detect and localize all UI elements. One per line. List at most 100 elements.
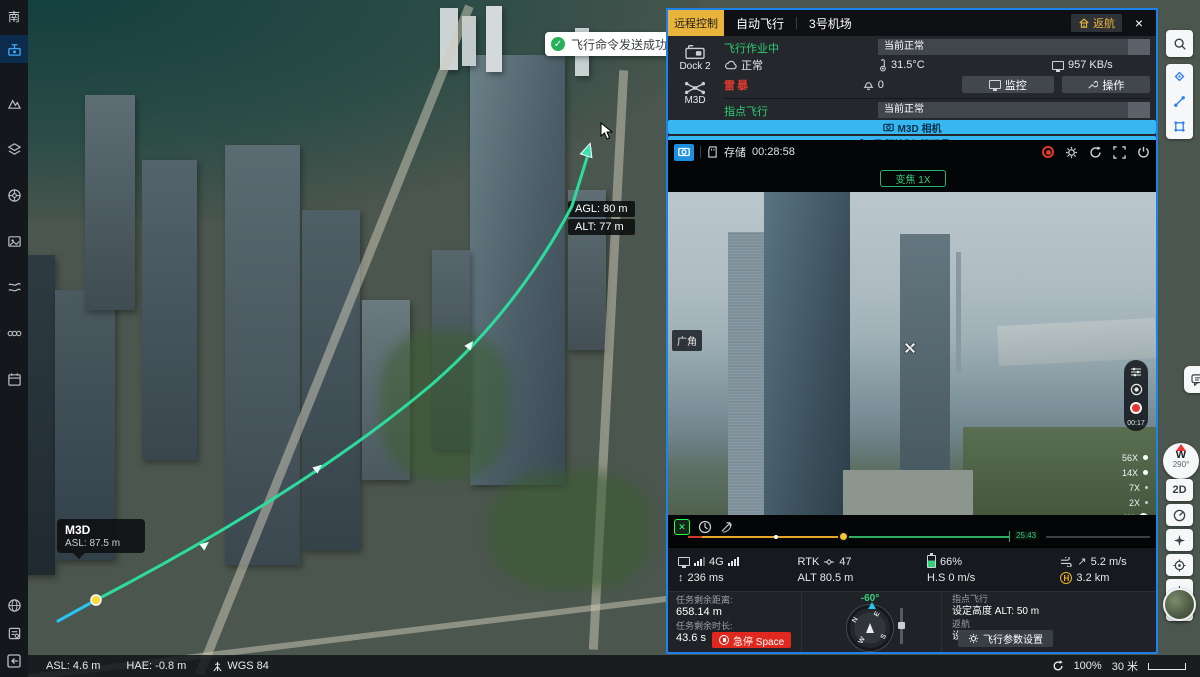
- sidebar-item-schedule[interactable]: [0, 365, 28, 393]
- gimbal-compass-icon[interactable]: [698, 520, 712, 534]
- zoom-mode-button[interactable]: 变焦 1X: [880, 170, 946, 187]
- drone-device-icon: [684, 81, 706, 95]
- camera-quick-pill: 00:17: [1124, 360, 1148, 431]
- sidebar-item-layers[interactable]: [0, 135, 28, 163]
- image-icon: [7, 234, 22, 249]
- sidebar-item-routes[interactable]: [0, 273, 28, 301]
- datum-antenna-icon: [212, 661, 223, 672]
- statusbar-battery: 100%: [1074, 660, 1102, 672]
- sidebar-bottom-group: [0, 591, 28, 677]
- sidebar-item-survey[interactable]: [0, 319, 28, 347]
- map-scale-bar: [1148, 663, 1186, 670]
- locate-icon: [1173, 559, 1186, 572]
- emergency-stop-button[interactable]: 急停 Space: [712, 632, 791, 648]
- close-panel-button[interactable]: ×: [1126, 15, 1152, 31]
- draw-polygon-tool[interactable]: [1167, 114, 1193, 139]
- refresh-icon[interactable]: [1089, 146, 1102, 159]
- feed-building: [900, 234, 950, 502]
- tab-auto-flight[interactable]: 自动飞行: [736, 15, 784, 32]
- gimbal-track-yellow[interactable]: [702, 536, 843, 538]
- sidebar-item-dock[interactable]: [0, 35, 28, 63]
- hspeed-value: H.S 0 m/s: [927, 572, 975, 584]
- map-compass[interactable]: W 290°: [1163, 443, 1199, 479]
- rtk-count: 47: [839, 556, 851, 568]
- gimbal-handle[interactable]: [838, 531, 849, 542]
- emergency-stop-label: 急停 Space: [733, 633, 784, 648]
- power-icon[interactable]: [1137, 146, 1150, 159]
- m3d-camera-button[interactable]: M3D 相机: [668, 120, 1156, 134]
- attitude-compass[interactable]: N E S W: [847, 605, 893, 651]
- home-distance: 3.2 km: [1076, 572, 1109, 584]
- globe-icon: [7, 598, 22, 613]
- draw-line-tool[interactable]: [1167, 89, 1193, 114]
- drone-device-name[interactable]: M3D: [668, 95, 722, 106]
- zoom-level-2x[interactable]: 2X: [1129, 498, 1140, 508]
- zoom-scale[interactable]: 56X 14X 7X 2X 1X: [1112, 450, 1148, 515]
- m3d-health-chip[interactable]: 当前正常: [878, 102, 1150, 118]
- signal-bars-icon: [694, 557, 705, 566]
- sidebar-item-collapse[interactable]: [0, 647, 28, 675]
- wrench-icon: [1087, 79, 1098, 90]
- record-indicator-icon[interactable]: [1042, 146, 1054, 158]
- operate-label: 操作: [1102, 77, 1124, 93]
- zoom-tick: [1145, 501, 1148, 504]
- adjust-sliders-icon[interactable]: [1130, 367, 1142, 377]
- camera-video-feed[interactable]: 广角 00:17 56X 14X 7X 2X 1X: [668, 192, 1156, 515]
- refresh-icon[interactable]: [1052, 660, 1064, 672]
- sidebar-item-media[interactable]: [0, 227, 28, 255]
- zoom-level-7x[interactable]: 7X: [1129, 483, 1140, 493]
- airport-name: 3号机场: [809, 15, 852, 32]
- latency-arrows-icon: ↕: [678, 572, 684, 584]
- zoom-level-56x[interactable]: 56X: [1122, 453, 1138, 463]
- minimap-thumbnail[interactable]: [1163, 588, 1196, 621]
- gimbal-pitch-icon[interactable]: [720, 521, 733, 534]
- messages-button[interactable]: [1184, 366, 1200, 393]
- map-aircraft-button[interactable]: [1166, 529, 1193, 551]
- lens-label[interactable]: 广角: [672, 330, 702, 351]
- draw-point-tool[interactable]: [1167, 64, 1193, 89]
- zoom-tick: [1143, 470, 1148, 475]
- flight-params-button[interactable]: 飞行参数设置: [958, 630, 1053, 647]
- file-gear-icon: [7, 626, 22, 641]
- latency-value: 236 ms: [688, 572, 724, 584]
- sidebar-item-terrain[interactable]: [0, 89, 28, 117]
- flight-control-panel: 远程控制 自动飞行 3号机场 返航 × Dock 2 M3D 飞行作业中 当前正…: [666, 8, 1158, 654]
- m3d-status-row: 指点飞行 当前正常: [724, 102, 1150, 120]
- gimbal-value: 25:43: [1014, 531, 1038, 540]
- return-home-label: 返航: [1093, 15, 1115, 31]
- map-locate-button[interactable]: [1166, 554, 1193, 576]
- map-search-button[interactable]: [1166, 30, 1193, 57]
- shutter-icon[interactable]: [1130, 383, 1143, 396]
- camera-select-button[interactable]: [674, 144, 694, 161]
- compass-w: W: [858, 636, 867, 645]
- dock-health-chip[interactable]: 当前正常: [878, 39, 1150, 55]
- mission-compass-column: -60° N E S W: [802, 592, 942, 652]
- gimbal-attitude-icon[interactable]: ✕: [674, 519, 690, 535]
- routes-icon: [7, 280, 22, 295]
- gimbal-dot: [774, 535, 778, 539]
- fullscreen-icon[interactable]: [1113, 146, 1126, 159]
- map-tilt-button[interactable]: [1166, 504, 1193, 526]
- device-status-section: Dock 2 M3D 飞行作业中 当前正常 正常 31.5°C: [668, 36, 1156, 140]
- header-divider: [796, 17, 797, 29]
- monitor-button[interactable]: 监控: [962, 76, 1054, 93]
- sidebar-item-project-settings[interactable]: [0, 619, 28, 647]
- feed-road: [843, 470, 973, 515]
- m3d-mode: 指点飞行: [724, 106, 768, 118]
- map-2d-toggle[interactable]: 2D: [1166, 479, 1193, 501]
- record-button[interactable]: [1130, 402, 1142, 414]
- gimbal-track-green[interactable]: [849, 536, 1009, 538]
- sidebar-item-control[interactable]: [0, 181, 28, 209]
- sidebar-item-globe[interactable]: [0, 591, 28, 619]
- dock-name[interactable]: Dock 2: [668, 61, 722, 72]
- gear-icon[interactable]: [1065, 146, 1078, 159]
- polygon-icon: [1173, 120, 1186, 133]
- return-home-button[interactable]: 返航: [1071, 14, 1122, 32]
- zoom-level-14x[interactable]: 14X: [1122, 468, 1138, 478]
- flight-params-label: 飞行参数设置: [983, 631, 1043, 646]
- tab-remote-control[interactable]: 远程控制: [668, 10, 724, 36]
- gimbal-pitch-slider[interactable]: [900, 608, 903, 644]
- operate-button[interactable]: 操作: [1062, 76, 1150, 93]
- compass-needle: [1176, 444, 1186, 451]
- monitor-label: 监控: [1005, 77, 1027, 93]
